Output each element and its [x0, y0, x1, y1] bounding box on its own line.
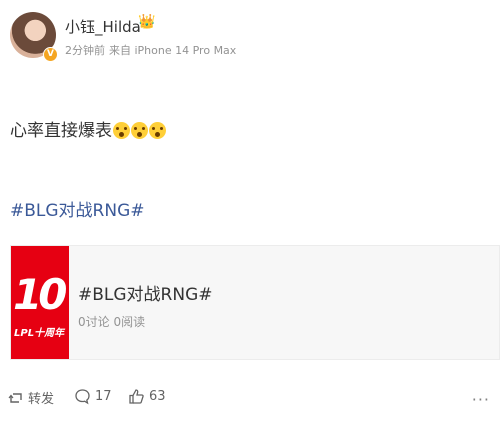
repost-button[interactable]: 转发 [8, 388, 54, 407]
post-text: 心率直接爆表 [10, 121, 112, 141]
action-bar: 转发 17 63 ··· [0, 388, 500, 418]
topic-card[interactable]: 10 LPL十周年 #BLG对战RNG# 0讨论 0阅读 [10, 245, 500, 360]
thumbs-up-icon [129, 389, 144, 404]
surprised-emoji-icon [113, 122, 130, 139]
like-count: 63 [149, 389, 166, 404]
surprised-emoji-icon [149, 122, 166, 139]
comment-count: 17 [95, 389, 112, 404]
comment-icon [75, 389, 90, 405]
post-meta: 2分钟前 来自 iPhone 14 Pro Max [65, 42, 240, 58]
topic-card-stats: 0讨论 0阅读 [78, 315, 146, 329]
topic-card-title: #BLG对战RNG# [78, 285, 213, 305]
logo-text: LPL十周年 [14, 328, 65, 339]
post-text-line: 心率直接爆表 [10, 116, 166, 141]
post-time[interactable]: 2分钟前 [65, 44, 105, 57]
post-source: 来自 iPhone 14 Pro Max [109, 44, 237, 57]
post-header: V 小钰_Hilda 👑 2分钟前 来自 iPhone 14 Pro Max [10, 12, 490, 74]
lpl-anniversary-logo: 10 LPL十周年 [11, 246, 69, 359]
more-options-button[interactable]: ··· [472, 390, 490, 409]
repost-icon [8, 392, 22, 403]
username[interactable]: 小钰_Hilda [65, 16, 141, 37]
like-button[interactable]: 63 [128, 388, 166, 405]
crown-icon: 👑 [138, 14, 156, 30]
surprised-emoji-icon [131, 122, 148, 139]
comment-button[interactable]: 17 [74, 388, 112, 405]
logo-number: 10 [13, 270, 67, 319]
hashtag-link[interactable]: #BLG对战RNG# [10, 196, 145, 221]
verified-badge-icon: V [43, 47, 58, 62]
repost-label: 转发 [28, 392, 55, 407]
